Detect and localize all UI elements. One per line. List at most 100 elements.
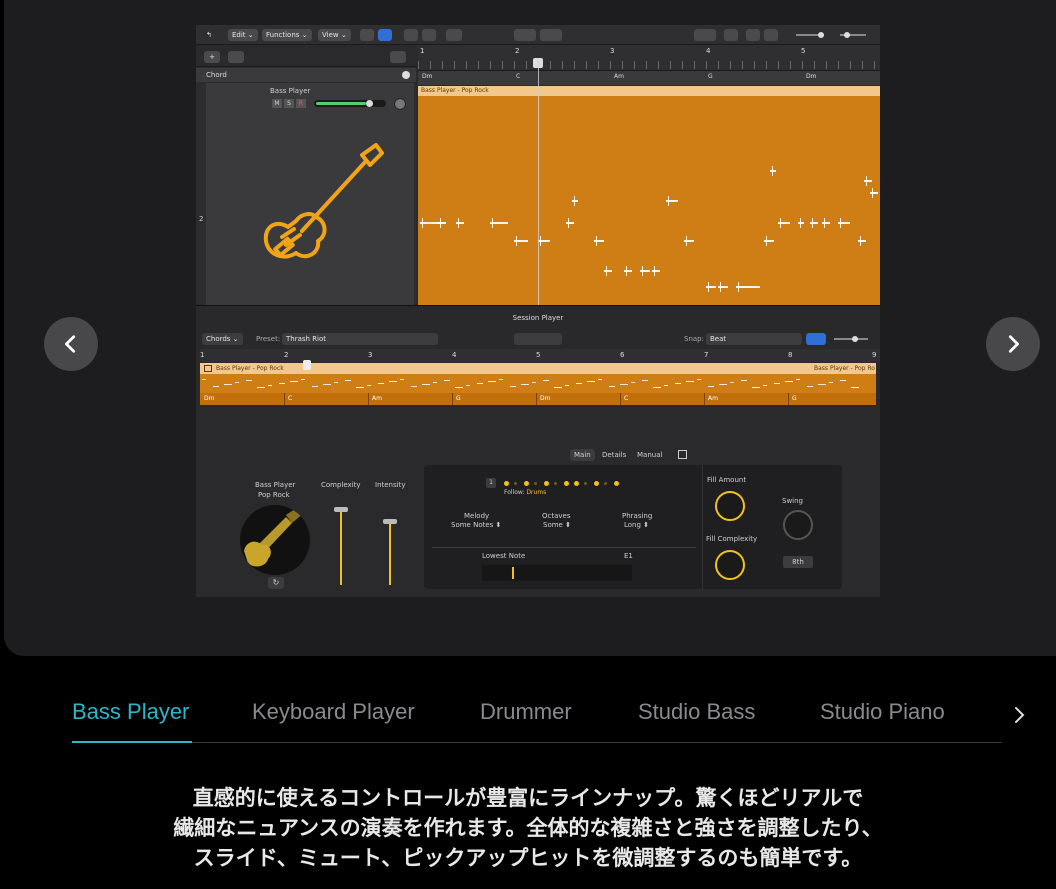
midi-note-tick (866, 176, 867, 186)
fit-width-icon[interactable] (806, 333, 826, 345)
zoom-icon[interactable] (746, 29, 760, 41)
snap-icon[interactable] (694, 29, 716, 41)
complexity-slider[interactable] (340, 509, 342, 585)
follow-dot[interactable] (604, 482, 607, 485)
zoom-sliders[interactable] (788, 29, 872, 41)
lowest-note-value[interactable]: E1 (624, 552, 633, 560)
refresh-icon[interactable]: ↻ (268, 577, 284, 589)
timeline-ruler[interactable]: 1 2 3 4 5 (418, 45, 880, 71)
midi-note[interactable] (736, 286, 760, 288)
mute-button[interactable]: M (272, 99, 282, 108)
preset-select[interactable]: Thrash Riot (282, 333, 438, 345)
back-button[interactable]: ↰ (202, 29, 216, 41)
add-track-button[interactable]: + (204, 51, 220, 63)
functions-menu[interactable]: Functions ⌄ (262, 29, 312, 41)
follow-dot[interactable] (514, 482, 517, 485)
carousel-prev-button[interactable] (44, 317, 98, 371)
zoom-slider[interactable] (830, 333, 872, 345)
intensity-thumb[interactable] (383, 519, 397, 524)
tab-main[interactable]: Main (570, 449, 595, 461)
tab-bass-player[interactable]: Bass Player (72, 699, 189, 725)
fill-amount-knob[interactable] (715, 491, 745, 521)
bass-track-header[interactable]: Bass Player M S R (206, 83, 414, 305)
follow-dot[interactable] (524, 481, 529, 486)
tab-drummer[interactable]: Drummer (480, 699, 572, 725)
session-note (521, 384, 529, 385)
follow-dot[interactable] (564, 481, 569, 486)
melody-select[interactable]: Some Notes ⬍ (451, 521, 501, 529)
midi-note-tick (720, 282, 721, 292)
fill-complexity-knob[interactable] (715, 550, 745, 580)
midi-note[interactable] (572, 200, 578, 202)
chord-track-header[interactable]: Chord (196, 68, 416, 82)
tab-studio-bass[interactable]: Studio Bass (638, 699, 755, 725)
swing-knob[interactable] (783, 510, 813, 540)
midi-note[interactable] (770, 170, 776, 172)
follow-dot[interactable] (554, 482, 557, 485)
volume-slider[interactable] (314, 100, 386, 107)
tab-manual[interactable]: Manual (637, 449, 662, 461)
session-note (312, 386, 318, 387)
duplicate-track-icon[interactable] (228, 51, 244, 63)
session-playhead-handle[interactable] (303, 360, 311, 370)
session-player-ruler[interactable]: 1 2 3 4 5 6 7 8 9 (200, 349, 880, 362)
follow-dot[interactable] (584, 482, 587, 485)
session-region-header[interactable]: Bass Player - Pop Rock Bass Player - Pop… (200, 360, 876, 374)
follow-dot[interactable] (614, 481, 619, 486)
carousel-next-button[interactable] (986, 317, 1040, 371)
follow-dot[interactable] (544, 481, 549, 486)
region-name[interactable]: Bass Player - Pop Rock (418, 86, 880, 96)
flex-icon[interactable] (422, 29, 436, 41)
list-icon[interactable] (360, 29, 374, 41)
session-note (763, 385, 767, 386)
fit-icon[interactable] (764, 29, 778, 41)
tab-keyboard-player[interactable]: Keyboard Player (252, 699, 415, 725)
catch-icon[interactable] (446, 29, 462, 41)
session-note (554, 387, 562, 388)
follow-dot[interactable] (594, 481, 599, 486)
session-chord-label: G (456, 395, 461, 402)
player-avatar[interactable] (240, 505, 310, 575)
tool-select-icon[interactable] (514, 333, 562, 345)
inspector-icon[interactable] (378, 29, 392, 41)
session-chord-strip: Dm C Am G Dm C Am G (200, 393, 876, 405)
follow-dot[interactable] (574, 481, 579, 486)
intensity-slider[interactable] (389, 521, 391, 585)
session-note (477, 383, 483, 384)
phrasing-select[interactable]: Long ⬍ (624, 521, 649, 529)
pointer-tool-icon[interactable] (514, 29, 536, 41)
waveform-icon[interactable] (724, 29, 738, 41)
pencil-tool-icon[interactable] (540, 29, 562, 41)
follow-track-number[interactable]: 1 (486, 478, 496, 488)
tab-details[interactable]: Details (602, 449, 626, 461)
octaves-select[interactable]: Some ⬍ (543, 521, 571, 529)
fill-complexity-label: Fill Complexity (706, 535, 758, 543)
swing-select[interactable]: 8th (783, 556, 813, 568)
solo-button[interactable]: S (284, 99, 294, 108)
session-note (719, 384, 727, 385)
follow-dot[interactable] (504, 481, 509, 486)
snap-select[interactable]: Beat (706, 333, 802, 345)
add-chord-icon[interactable] (402, 71, 410, 79)
view-menu[interactable]: View ⌄ (318, 29, 351, 41)
chords-menu[interactable]: Chords ⌄ (202, 333, 243, 345)
midi-note[interactable] (798, 222, 804, 224)
record-button[interactable]: R (296, 99, 306, 108)
edit-menu[interactable]: Edit ⌄ (228, 29, 258, 41)
tab-studio-piano[interactable]: Studio Piano (820, 699, 945, 725)
bass-region[interactable] (418, 96, 880, 305)
lowest-note-range[interactable] (482, 565, 632, 581)
pan-knob[interactable] (394, 98, 406, 110)
tabs-scroll-next-button[interactable] (1004, 700, 1034, 730)
session-region-name-2: Bass Player - Pop Ro (814, 365, 875, 372)
session-note (400, 379, 404, 380)
follow-dot[interactable] (534, 482, 537, 485)
global-tracks-icon[interactable] (390, 51, 406, 63)
session-region-notes[interactable] (200, 374, 876, 393)
midi-note-tick (800, 218, 801, 228)
complexity-thumb[interactable] (334, 507, 348, 512)
grid-icon[interactable] (678, 450, 687, 459)
session-note (345, 380, 351, 381)
follow-value[interactable]: Drums (526, 489, 546, 496)
automation-icon[interactable] (404, 29, 418, 41)
